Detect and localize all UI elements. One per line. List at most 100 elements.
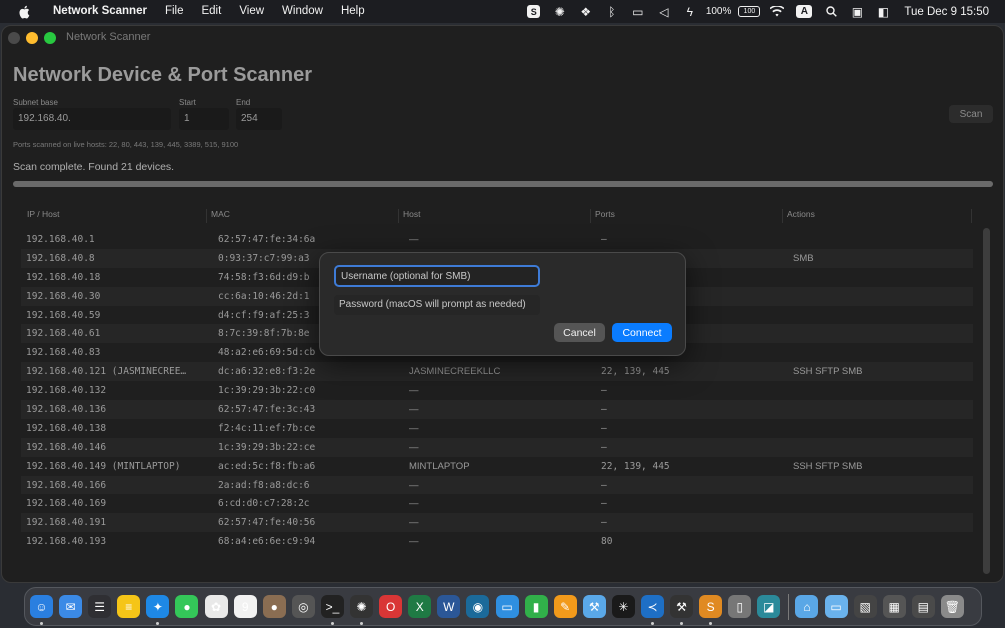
username-field[interactable]: Username (optional for SMB) (334, 265, 540, 287)
table-row[interactable]: 192.168.40.132 1c:39:29:3b:22:c0 — — (21, 381, 973, 400)
file-menu[interactable]: File (156, 0, 193, 23)
view-menu[interactable]: View (230, 0, 273, 23)
table-row[interactable]: 192.168.40.146 1c:39:29:3b:22:ce — — (21, 437, 973, 457)
subnet-input[interactable]: 192.168.40. (13, 108, 171, 130)
table-row[interactable]: 192.168.40.193 68:a4:e6:6e:c9:94 — 80 (21, 532, 973, 551)
numbers-icon[interactable]: ▮ (524, 595, 548, 618)
display-icon[interactable]: ▭ (625, 0, 651, 23)
xcode-icon[interactable]: ⚒ (582, 595, 606, 618)
close-window-button[interactable] (8, 32, 20, 44)
search-icon[interactable] (818, 0, 844, 23)
applications-folder-icon[interactable]: ⌂ (795, 595, 819, 618)
minimize-window-button[interactable] (26, 32, 38, 44)
zoom-window-button[interactable] (44, 32, 56, 44)
cell-actions[interactable]: SMB (793, 253, 973, 264)
mail-icon[interactable]: ✉ (59, 595, 83, 618)
app-menu[interactable]: Network Scanner (44, 0, 156, 23)
connect-button[interactable]: Connect (612, 323, 672, 342)
window-menu[interactable]: Window (273, 0, 332, 23)
cell-ports: 80 (601, 536, 613, 548)
screen-icon[interactable]: ◪ (757, 595, 781, 618)
network-icon[interactable]: ✳ (611, 595, 635, 618)
vscode-icon[interactable]: ≺ (640, 595, 664, 625)
preview-icon[interactable]: ▯ (728, 595, 752, 618)
pages-icon[interactable]: ✎ (553, 595, 577, 618)
numbers-glyph: ▮ (532, 599, 540, 614)
documents-folder-icon[interactable]: ▭ (824, 595, 848, 618)
dropbox-icon[interactable]: ❖ (573, 0, 599, 23)
reminders-glyph: ☰ (94, 599, 106, 614)
header-ip[interactable]: IP / Host (13, 209, 205, 223)
keynote-icon[interactable]: ▭ (495, 595, 519, 618)
start-input[interactable]: 1 (179, 108, 229, 130)
notes-icon[interactable]: ≡ (117, 595, 141, 618)
end-input[interactable]: 254 (236, 108, 282, 130)
input-source-icon[interactable]: A (796, 5, 813, 18)
opera-icon[interactable]: O (379, 595, 403, 618)
cell-ip: 192.168.40.18 (26, 271, 101, 283)
terminal-icon[interactable]: >_ (320, 595, 344, 625)
finder-icon[interactable]: ☺ (30, 595, 53, 625)
apple-menu-icon[interactable] (16, 5, 32, 19)
table-row[interactable]: 192.168.40.138 f2:4c:11:ef:7b:ce — — (21, 419, 973, 438)
table-row[interactable]: 192.168.40.149 (MINTLAPTOP) ac:ed:5c:f8:f… (21, 457, 973, 476)
chatgpt-icon[interactable]: ✺ (350, 595, 374, 625)
cell-actions[interactable]: SSH SFTP SMB (793, 461, 973, 472)
contacts-icon[interactable]: ● (262, 595, 286, 618)
skype-icon[interactable]: S (521, 0, 547, 23)
table-row[interactable]: 192.168.40.1 62:57:47:fe:34:6a — — (21, 230, 973, 249)
screenshots-stack-glyph: ▦ (888, 599, 900, 614)
chrome-icon[interactable]: ◎ (291, 595, 315, 618)
header-mac[interactable]: MAC (206, 209, 398, 223)
cell-actions[interactable]: SSH SFTP SMB (793, 366, 973, 377)
header-host[interactable]: Host (398, 209, 590, 223)
mute-icon[interactable]: ◁ (651, 0, 677, 23)
desktop-stack-glyph: ▤ (917, 599, 929, 614)
hammer-icon[interactable]: ⚒ (670, 595, 694, 625)
password-field[interactable]: Password (macOS will prompt as needed) (334, 295, 540, 315)
help-menu[interactable]: Help (332, 0, 374, 23)
reminders-icon[interactable]: ☰ (88, 595, 112, 618)
running-indicator (40, 622, 43, 625)
bluetooth-icon[interactable]: ᛒ (599, 0, 625, 23)
table-scrollbar[interactable] (983, 228, 990, 574)
battery-icon[interactable]: 100 (738, 6, 761, 17)
table-row[interactable]: 192.168.40.191 62:57:47:fe:40:56 — — (21, 513, 973, 533)
control-center-icon[interactable]: ◧ (870, 0, 896, 23)
trash-icon[interactable]: 🗑 (940, 595, 964, 618)
desktop-stack-icon[interactable]: ▤ (911, 595, 935, 618)
edit-menu[interactable]: Edit (192, 0, 230, 23)
scan-button[interactable]: Scan (949, 105, 993, 123)
photos-glyph: ✿ (211, 599, 222, 614)
excel-icon[interactable]: X (408, 595, 432, 618)
chatgpt-icon[interactable]: ✺ (547, 0, 573, 23)
power-icon[interactable]: ϟ (677, 0, 703, 23)
cell-ports: — (601, 498, 607, 510)
safari-icon[interactable]: ✦ (146, 595, 170, 625)
screen-mirroring-icon[interactable]: ▣ (844, 0, 870, 23)
menu-clock[interactable]: Tue Dec 9 15:50 (896, 6, 1005, 18)
downloads-stack-icon[interactable]: ▧ (853, 595, 877, 618)
header-actions[interactable]: Actions (782, 209, 972, 223)
steam-icon[interactable]: ◉ (466, 595, 490, 618)
screenshots-stack-icon[interactable]: ▦ (882, 595, 906, 618)
photos-icon[interactable]: ✿ (204, 595, 228, 618)
cell-ip: 192.168.40.166 (26, 479, 107, 491)
cell-ports: — (601, 479, 607, 491)
pages-glyph: ✎ (560, 599, 571, 614)
table-row[interactable]: 192.168.40.169 6:cd:d0:c7:28:2c — — (21, 494, 973, 513)
notes-glyph: ≡ (125, 599, 133, 614)
chrome-glyph: ◎ (298, 599, 309, 614)
table-row[interactable]: 192.168.40.166 2a:ad:f8:a8:dc:6 — — (21, 475, 973, 495)
cancel-button[interactable]: Cancel (554, 323, 605, 342)
cell-ports: 22, 139, 445 (601, 460, 670, 472)
messages-icon[interactable]: ● (175, 595, 199, 618)
calendar-icon[interactable]: 9 (233, 595, 257, 618)
wifi-icon[interactable] (764, 0, 790, 23)
table-row[interactable]: 192.168.40.121 (JASMINECREE… dc:a6:32:e8:… (21, 362, 973, 382)
word-icon[interactable]: W (437, 595, 461, 618)
table-row[interactable]: 192.168.40.136 62:57:47:fe:3c:43 — — (21, 400, 973, 419)
title-bar: Network Scanner (2, 26, 1003, 50)
sublime-icon[interactable]: S (699, 595, 723, 625)
header-ports[interactable]: Ports (590, 209, 782, 223)
